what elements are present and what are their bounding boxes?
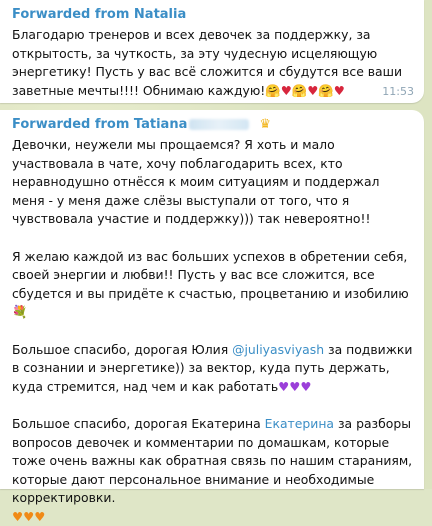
heart-emoji-icon: ♥	[307, 82, 319, 98]
orange-heart-emoji-icon: ♥	[23, 508, 35, 524]
forwarded-from-header[interactable]: Forwarded from Tatiana ♛	[12, 116, 414, 134]
message-paragraph: Большое спасибо, дорогая Екатерина Екате…	[12, 415, 414, 526]
message-text: Благодарю тренеров и всех девочек за под…	[12, 26, 414, 100]
user-mention-link[interactable]: @juliyasviyash	[232, 342, 324, 357]
message-bubble[interactable]: Forwarded from Tatiana ♛ Девочки, неужели…	[0, 110, 424, 524]
hugging-face-emoji-icon: 🤗	[318, 82, 334, 98]
message-paragraph: Я желаю каждой из вас больших успехов в …	[12, 248, 414, 322]
forwarded-from-label: Forwarded from Natalia	[12, 7, 187, 22]
bouquet-emoji-icon: 💐	[12, 304, 28, 320]
message-bubble[interactable]: Forwarded from Natalia Благодарю тренеро…	[0, 0, 424, 103]
message-text: Девочки, неужели мы прощаемся? Я хоть и …	[12, 136, 414, 526]
message-timestamp: 11:53	[382, 85, 414, 98]
user-mention-link[interactable]: Екатерина	[265, 416, 334, 431]
message-paragraph: Девочки, неужели мы прощаемся? Я хоть и …	[12, 137, 380, 227]
orange-heart-emoji-icon: ♥	[34, 508, 46, 524]
hugging-face-emoji-icon: 🤗	[291, 82, 308, 98]
blurred-name	[189, 119, 250, 130]
message-paragraph: Большое спасибо, дорогая Юлия @juliyasvi…	[12, 341, 414, 397]
heart-emoji-icon: ♥	[333, 82, 345, 98]
purple-heart-emoji-icon: ♥	[278, 378, 290, 394]
paragraph-text: Я желаю каждой из вас больших успехов в …	[12, 248, 409, 301]
crown-icon: ♛	[259, 117, 272, 132]
purple-heart-emoji-icon: ♥	[289, 378, 301, 394]
forwarded-from-header[interactable]: Forwarded from Natalia	[12, 6, 414, 24]
paragraph-text: Большое спасибо, дорогая Екатерина	[12, 415, 265, 431]
heart-emoji-icon: ♥	[280, 82, 292, 98]
paragraph-text: Большое спасибо, дорогая Юлия	[12, 341, 233, 357]
purple-heart-emoji-icon: ♥	[300, 378, 312, 394]
orange-heart-emoji-icon: ♥	[12, 508, 24, 524]
forwarded-from-label: Forwarded from Tatiana	[12, 117, 188, 132]
hugging-face-emoji-icon: 🤗	[265, 82, 281, 98]
